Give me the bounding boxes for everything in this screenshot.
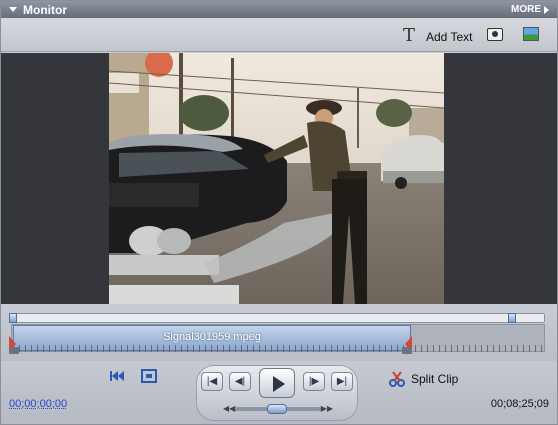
fullscreen-icon[interactable] — [141, 369, 157, 383]
scissors-icon — [389, 371, 405, 387]
playback-controls: |◀ ◀| |▶ ▶| ◀◀ ▶▶ Split Clip 00;00;00;00… — [1, 361, 557, 424]
clip-name: Signal301959.mpeg — [163, 331, 261, 343]
split-clip-label: Split Clip — [411, 372, 459, 386]
trim-in-handle[interactable] — [9, 336, 19, 356]
shuttle-forward-icon: ▶▶ — [320, 404, 333, 413]
shuttle-knob[interactable] — [267, 404, 287, 414]
more-button[interactable]: MORE — [511, 4, 541, 15]
trim-out-handle[interactable] — [402, 336, 412, 356]
collapse-triangle-icon[interactable] — [9, 7, 17, 12]
timeline: Signal301959.mpeg — [1, 305, 557, 361]
step-forward-icon[interactable]: |▶ — [303, 372, 325, 391]
add-text-label: Add Text — [426, 30, 473, 44]
play-button[interactable] — [259, 368, 295, 398]
scrubber-start-handle[interactable] — [9, 313, 17, 323]
video-preview-area — [1, 53, 557, 304]
timeline-ruler — [13, 345, 547, 352]
skip-forward-icon[interactable]: ▶| — [331, 372, 353, 391]
shuttle-control[interactable]: ◀◀ ▶▶ — [223, 404, 333, 414]
shuttle-rewind-icon: ◀◀ — [223, 404, 236, 413]
scrubber-track[interactable] — [11, 313, 545, 323]
step-back-icon[interactable]: ◀| — [229, 372, 251, 391]
text-t-icon: T — [403, 25, 416, 46]
more-arrow-icon[interactable] — [544, 6, 549, 14]
video-still-image — [109, 53, 444, 304]
camera-icon[interactable] — [487, 28, 503, 41]
transport-cluster: |◀ ◀| |▶ ▶| ◀◀ ▶▶ — [196, 365, 358, 421]
monitor-panel: Monitor MORE T Add Text Signal301959.mpe… — [0, 0, 558, 425]
panel-title: Monitor — [23, 3, 67, 17]
title-bar[interactable]: Monitor MORE — [1, 1, 557, 18]
scrubber-end-handle[interactable] — [508, 313, 516, 323]
current-timecode[interactable]: 00;00;00;00 — [9, 398, 67, 410]
monitor-toolbar: T Add Text — [1, 18, 557, 52]
picture-icon[interactable] — [523, 27, 539, 41]
trim-in-base — [9, 347, 19, 354]
video-frame[interactable] — [109, 53, 444, 304]
skip-to-start-icon[interactable] — [109, 369, 125, 383]
trim-out-base — [402, 347, 412, 354]
total-duration: 00;08;25;09 — [490, 398, 549, 410]
skip-back-icon[interactable]: |◀ — [201, 372, 223, 391]
